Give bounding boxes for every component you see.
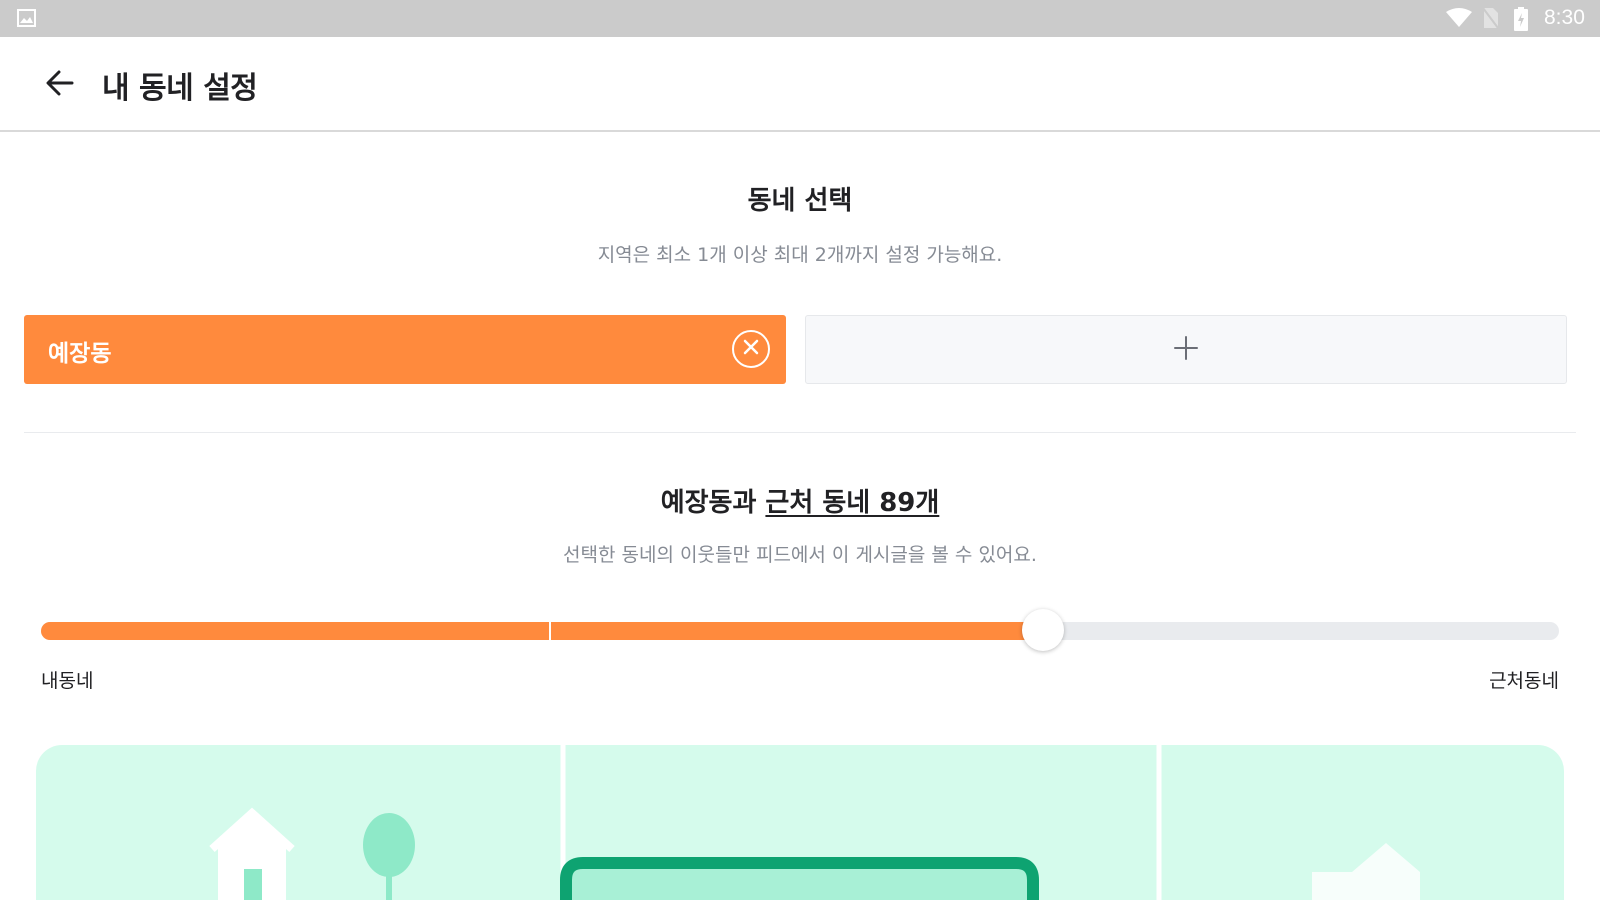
clock: 8:30 — [1544, 6, 1585, 29]
slider-fill — [41, 622, 1043, 640]
range-slider[interactable] — [41, 609, 1559, 651]
range-max-label: 근처동네 — [1489, 670, 1559, 692]
area-section-subtitle: 지역은 최소 1개 이상 최대 2개까지 설정 가능해요. — [597, 244, 1003, 266]
remove-area-button[interactable] — [732, 330, 770, 368]
add-area-button[interactable] — [805, 315, 1567, 384]
gallery-icon — [17, 9, 36, 31]
area-section-title: 동네 선택 — [747, 186, 853, 216]
no-sim-icon — [1482, 7, 1499, 33]
neighborhood-illustration — [36, 745, 1564, 900]
status-bar: 8:30 — [0, 0, 1600, 37]
range-section-subtitle: 선택한 동네의 이웃들만 피드에서 이 게시글을 볼 수 있어요. — [563, 544, 1037, 566]
app-bar: 내 동네 설정 — [0, 37, 1600, 132]
nearby-areas-link[interactable]: 근처 동네 89개 — [765, 488, 939, 518]
back-button[interactable] — [36, 65, 84, 105]
slider-tick — [549, 622, 551, 640]
wifi-icon — [1446, 8, 1472, 32]
plus-icon — [1173, 335, 1199, 365]
range-min-label: 내동네 — [41, 670, 94, 692]
slider-thumb[interactable] — [1021, 609, 1064, 651]
selected-area-label: 예장동 — [48, 341, 112, 367]
selected-area-chip[interactable]: 예장동 — [24, 315, 786, 384]
page-title: 내 동네 설정 — [102, 71, 258, 106]
battery-charging-icon — [1514, 7, 1528, 35]
range-title-prefix: 예장동과 — [660, 488, 766, 518]
range-section-title: 예장동과 근처 동네 89개 — [0, 482, 1600, 519]
arrow-left-icon — [46, 70, 74, 100]
close-icon — [743, 339, 759, 359]
section-divider — [24, 432, 1576, 433]
